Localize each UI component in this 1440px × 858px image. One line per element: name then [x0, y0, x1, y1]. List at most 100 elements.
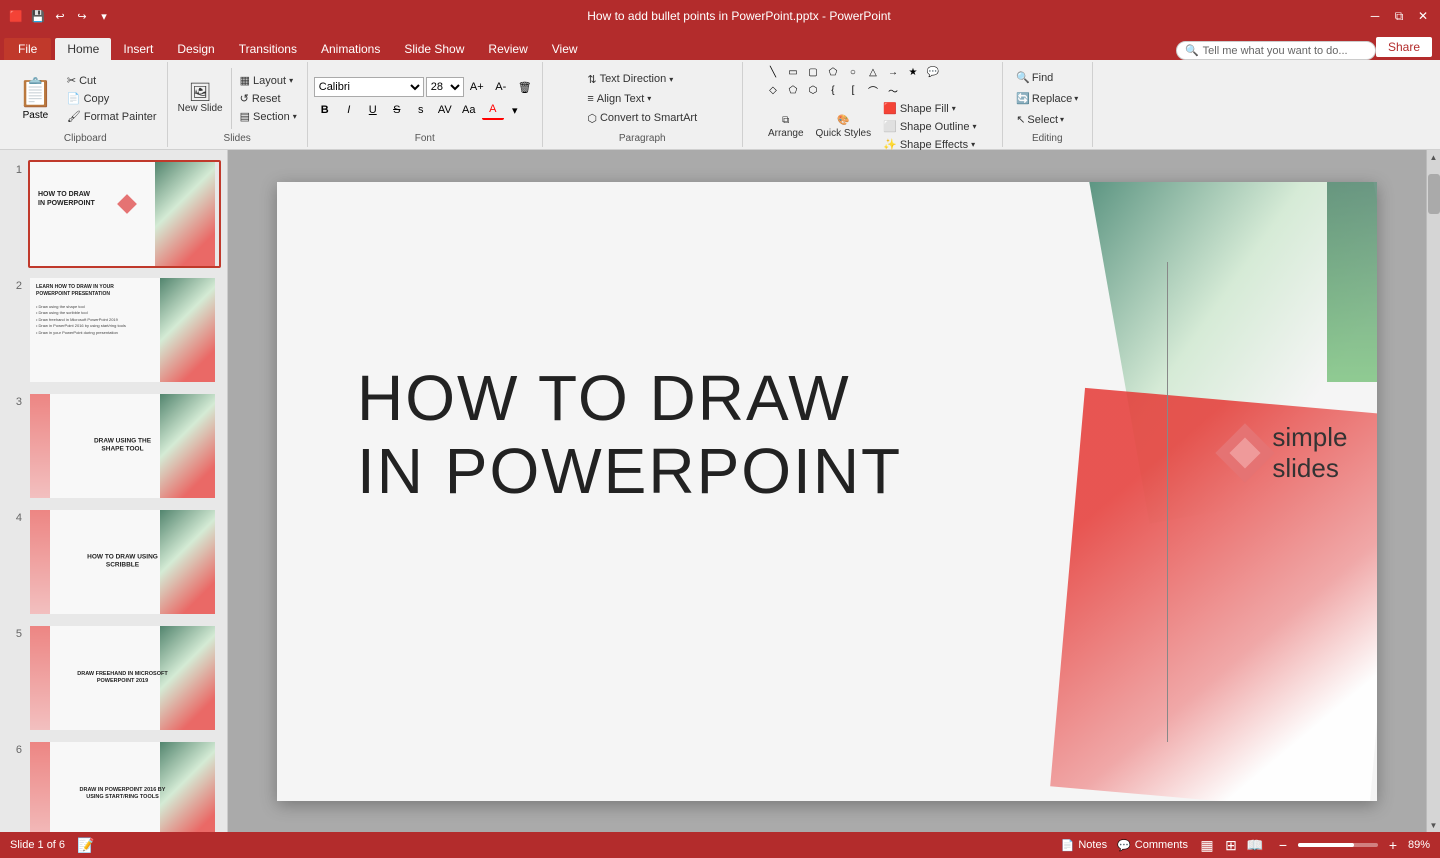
right-scrollbar[interactable]: ▲ ▼ — [1426, 150, 1440, 832]
layout-button[interactable]: ▦ Layout ▾ — [236, 72, 301, 89]
shape-rect[interactable]: ▭ — [784, 64, 802, 80]
tab-view[interactable]: View — [540, 38, 590, 60]
minimize-button[interactable]: ─ — [1366, 7, 1384, 25]
shape-outline-button[interactable]: ⬜ Shape Outline ▾ — [879, 118, 980, 135]
tab-home[interactable]: Home — [55, 38, 111, 60]
increase-font-button[interactable]: A+ — [466, 77, 488, 97]
shape-triangle[interactable]: △ — [864, 64, 882, 80]
slide-thumb-4[interactable]: HOW TO DRAW USINGSCRIBBLE — [28, 508, 221, 616]
font-color-button[interactable]: A — [482, 100, 504, 120]
italic-button[interactable]: I — [338, 100, 360, 120]
text-direction-button[interactable]: ⇅ Text Direction ▾ — [583, 71, 677, 88]
ribbon: 📋 Paste ✂ Cut 📄 Copy 🖌 Format Painter Cl… — [0, 60, 1440, 150]
slide-canvas[interactable]: HOW TO DRAW IN POWERPOINT simple slides — [277, 182, 1377, 801]
restore-button[interactable]: ⧉ — [1390, 7, 1408, 25]
tab-review[interactable]: Review — [476, 38, 539, 60]
paste-button[interactable]: 📋 Paste — [10, 74, 61, 123]
slide-thumb-3[interactable]: DRAW USING THESHAPE TOOL — [28, 392, 221, 500]
format-painter-button[interactable]: 🖌 Format Painter — [63, 108, 161, 125]
slide-notes-icon[interactable]: 📝 — [77, 836, 95, 854]
zoom-in-button[interactable]: + — [1384, 836, 1402, 854]
slide-item-6[interactable]: 6 DRAW IN POWERPOINT 2016 BYUSING START/… — [4, 738, 223, 832]
quick-styles-button[interactable]: 🎨 Quick Styles — [812, 113, 876, 141]
slide-item-5[interactable]: 5 DRAW FREEHAND IN MICROSOFTPOWERPOINT 2… — [4, 622, 223, 734]
strikethrough-button[interactable]: S — [386, 100, 408, 120]
scroll-track[interactable] — [1427, 164, 1440, 818]
zoom-out-button[interactable]: − — [1274, 836, 1292, 854]
shape-brace[interactable]: { — [824, 82, 842, 98]
tab-slideshow[interactable]: Slide Show — [392, 38, 476, 60]
scroll-down-button[interactable]: ▼ — [1427, 818, 1440, 832]
select-button[interactable]: ↖ Select ▾ — [1012, 111, 1068, 128]
redo-icon[interactable]: ↪ — [74, 8, 90, 24]
slide-item-1[interactable]: 1 HOW TO DRAWIN POWERPOINT — [4, 158, 223, 270]
font-label: Font — [415, 133, 435, 145]
change-case-button[interactable]: Aa — [458, 100, 480, 120]
normal-view-button[interactable]: ▦ — [1198, 836, 1216, 854]
canvas-area[interactable]: HOW TO DRAW IN POWERPOINT simple slides — [228, 150, 1426, 832]
arrange-button[interactable]: ⧉ Arrange — [764, 113, 808, 141]
convert-smartart-button[interactable]: ⬡ Convert to SmartArt — [583, 110, 701, 127]
slide-item-4[interactable]: 4 HOW TO DRAW USINGSCRIBBLE — [4, 506, 223, 618]
font-name-select[interactable]: Calibri — [314, 77, 424, 97]
font-color-dropdown[interactable]: ▾ — [504, 100, 526, 120]
slide-main-title[interactable]: HOW TO DRAW IN POWERPOINT — [357, 362, 902, 509]
new-slide-button[interactable]: 🖼 New Slide — [174, 81, 227, 116]
shadow-button[interactable]: s — [410, 100, 432, 120]
reading-view-button[interactable]: 📖 — [1246, 836, 1264, 854]
tell-me-input[interactable]: 🔍 Tell me what you want to do... — [1176, 41, 1376, 60]
clear-format-button[interactable]: 🗑 — [514, 77, 536, 97]
tab-design[interactable]: Design — [165, 38, 226, 60]
save-icon[interactable]: 💾 — [30, 8, 46, 24]
close-button[interactable]: ✕ — [1414, 7, 1432, 25]
shape-oval[interactable]: ○ — [844, 64, 862, 80]
copy-button[interactable]: 📄 Copy — [63, 90, 161, 107]
tab-transitions[interactable]: Transitions — [227, 38, 309, 60]
cut-button[interactable]: ✂ Cut — [63, 72, 161, 89]
shape-arrow[interactable]: → — [884, 64, 902, 80]
slide-item-2[interactable]: 2 LEARN HOW TO DRAW IN YOUR POWERPOINT P… — [4, 274, 223, 386]
shape-line[interactable]: ╲ — [764, 64, 782, 80]
shape-hexagon[interactable]: ⬡ — [804, 82, 822, 98]
zoom-slider[interactable] — [1298, 843, 1378, 847]
underline-button[interactable]: U — [362, 100, 384, 120]
slide-thumb-5[interactable]: DRAW FREEHAND IN MICROSOFTPOWERPOINT 201… — [28, 624, 221, 732]
notes-button[interactable]: 📄 Notes — [1061, 839, 1107, 852]
slide-logo-area[interactable]: simple slides — [1217, 422, 1377, 484]
align-text-button[interactable]: ≡ Align Text ▾ — [583, 91, 655, 107]
font-content: Calibri 28 A+ A- 🗑 B I U S s AV Aa A ▾ — [314, 64, 536, 133]
slides-content: 🖼 New Slide ▦ Layout ▾ ↺ Reset ▤ Section… — [174, 64, 301, 133]
shape-pentagon[interactable]: ⬠ — [784, 82, 802, 98]
shape-fill-button[interactable]: 🟥 Shape Fill ▾ — [879, 100, 980, 117]
shape-arc[interactable]: ⌒ — [864, 82, 882, 98]
shape-diamond[interactable]: ◇ — [764, 82, 782, 98]
slide-thumb-2[interactable]: LEARN HOW TO DRAW IN YOUR POWERPOINT PRE… — [28, 276, 221, 384]
undo-icon[interactable]: ↩ — [52, 8, 68, 24]
find-button[interactable]: 🔍 Find — [1012, 69, 1057, 86]
bold-button[interactable]: B — [314, 100, 336, 120]
section-button[interactable]: ▤ Section ▾ — [236, 108, 301, 125]
slide-sorter-button[interactable]: ⊞ — [1222, 836, 1240, 854]
shape-bracket[interactable]: [ — [844, 82, 862, 98]
font-size-select[interactable]: 28 — [426, 77, 464, 97]
shape-rounded-rect[interactable]: ▢ — [804, 64, 822, 80]
scroll-up-button[interactable]: ▲ — [1427, 150, 1440, 164]
scroll-thumb[interactable] — [1428, 174, 1440, 214]
tab-insert[interactable]: Insert — [111, 38, 165, 60]
reset-button[interactable]: ↺ Reset — [236, 90, 301, 107]
shape-star[interactable]: ★ — [904, 64, 922, 80]
share-button[interactable]: Share — [1376, 37, 1432, 57]
tab-animations[interactable]: Animations — [309, 38, 392, 60]
customize-icon[interactable]: ▾ — [96, 8, 112, 24]
tab-file[interactable]: File — [4, 38, 51, 60]
shape-wavy[interactable]: 〜 — [884, 82, 902, 98]
slide-thumb-1[interactable]: HOW TO DRAWIN POWERPOINT — [28, 160, 221, 268]
comments-button[interactable]: 💬 Comments — [1117, 839, 1188, 852]
slide-thumb-6[interactable]: DRAW IN POWERPOINT 2016 BYUSING START/RI… — [28, 740, 221, 832]
shape-callout[interactable]: 💬 — [924, 64, 942, 80]
slide-item-3[interactable]: 3 DRAW USING THESHAPE TOOL — [4, 390, 223, 502]
char-spacing-button[interactable]: AV — [434, 100, 456, 120]
decrease-font-button[interactable]: A- — [490, 77, 512, 97]
shape-snip-rect[interactable]: ⬠ — [824, 64, 842, 80]
replace-button[interactable]: 🔄 Replace ▾ — [1012, 90, 1082, 107]
